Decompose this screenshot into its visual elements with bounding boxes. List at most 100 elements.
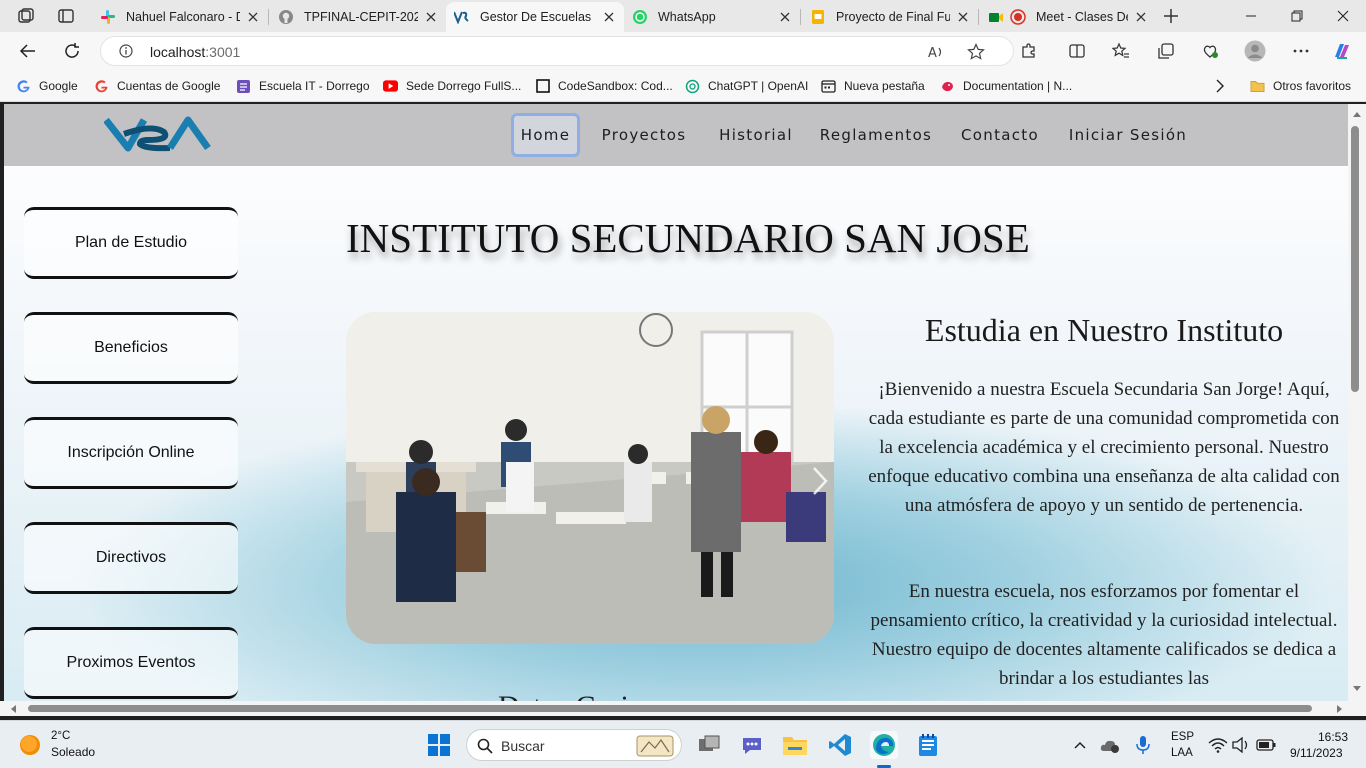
battery-icon[interactable] [1252,731,1280,759]
sidebar-inscripcion-online[interactable]: Inscripción Online [24,417,238,489]
bookmark-label: ChatGPT | OpenAI [708,79,809,93]
close-icon[interactable] [778,10,792,24]
performance-icon[interactable] [1199,40,1221,62]
language-primary[interactable]: ESP [1171,731,1194,743]
close-icon[interactable] [1134,10,1148,24]
bookmark-codesandbox[interactable]: CodeSandbox: Cod... [535,77,673,95]
bookmark-documentation[interactable]: Documentation | N... [940,77,1072,95]
classroom-icon [236,79,251,94]
classroom-photo [346,312,834,644]
youtube-icon [383,79,398,94]
copilot-icon[interactable] [1331,40,1353,62]
clock-time[interactable]: 16:53 [1318,730,1348,744]
minimize-icon[interactable] [1228,0,1274,32]
refresh-icon[interactable] [61,40,83,62]
bookmark-google[interactable]: Google [16,77,78,95]
carousel-next-chevron-icon[interactable] [812,466,828,501]
edge-browser-icon[interactable] [870,731,898,759]
tab-slack[interactable]: Nahuel Falconaro - D [92,2,268,32]
tab-label: TPFINAL-CEPIT-2023 [304,10,418,24]
split-screen-icon[interactable] [1066,40,1088,62]
tab-github[interactable]: TPFINAL-CEPIT-2023 [270,2,446,32]
close-icon[interactable] [246,10,260,24]
bookmark-nueva-pestana[interactable]: Nueva pestaña [821,77,925,95]
profile-avatar[interactable] [1244,40,1266,62]
microphone-icon[interactable] [1129,731,1157,759]
bookmark-cuentas-google[interactable]: Cuentas de Google [94,77,220,95]
tab-slides[interactable]: Proyecto de Final Ful [802,2,978,32]
sidebar-directivos[interactable]: Directivos [24,522,238,594]
tab-actions-icon[interactable] [56,6,78,26]
sidebar-beneficios[interactable]: Beneficios [24,312,238,384]
nav-iniciar-sesion[interactable]: Iniciar Sesión [1066,113,1190,157]
weather-sun-icon[interactable] [16,731,44,759]
github-icon [278,9,294,25]
nav-contacto[interactable]: Contacto [958,113,1042,157]
address-bar[interactable]: localhost:3001 A [100,36,1014,66]
file-explorer-icon[interactable] [781,731,809,759]
close-icon[interactable] [602,10,616,24]
bookmark-otros-favoritos[interactable]: Otros favoritos [1250,77,1351,95]
favorite-star-icon[interactable] [967,43,985,66]
nav-historial[interactable]: Historial [712,113,800,157]
teams-chat-icon[interactable] [738,731,766,759]
weather-temp: 2°C [51,730,71,742]
google-icon [94,79,109,94]
bookmark-label: Otros favoritos [1273,79,1352,93]
window-close-icon[interactable] [1320,0,1366,32]
close-icon[interactable] [956,10,970,24]
cloud-sync-icon[interactable] [1096,731,1124,759]
favorites-icon[interactable] [1110,40,1132,62]
bookmarks-bar: Google Cuentas de Google Escuela IT - Do… [0,70,1366,102]
restore-icon[interactable] [1274,0,1320,32]
start-windows-icon[interactable] [425,731,453,759]
site-logo[interactable] [103,116,212,152]
scroll-up-icon[interactable] [1352,110,1362,118]
new-tab-page-icon [821,79,836,94]
svg-text:A: A [928,46,937,61]
vscode-icon[interactable] [826,731,854,759]
show-hidden-icons-chevron-icon[interactable] [1066,731,1094,759]
recording-icon [1010,9,1026,25]
volume-icon[interactable] [1227,731,1255,759]
nav-reglamentos[interactable]: Reglamentos [818,113,934,157]
task-view-icon[interactable] [695,731,723,759]
taskbar-search[interactable]: Buscar [466,729,682,761]
tab-separator [800,9,801,25]
slack-icon [100,9,116,25]
tab-separator [978,9,979,25]
sidebar-proximos-eventos[interactable]: Proximos Eventos [24,627,238,699]
info-icon[interactable] [119,44,133,58]
clock-date[interactable]: 9/11/2023 [1290,746,1343,760]
url-path: :3001 [205,44,241,60]
horizontal-scroll-thumb[interactable] [28,705,1312,712]
bookmark-sede-dorrego[interactable]: Sede Dorrego FullS... [383,77,521,95]
tab-whatsapp[interactable]: WhatsApp [624,2,800,32]
new-tab-icon[interactable] [1161,6,1183,26]
tab-meet[interactable]: Meet - Clases De [980,2,1156,32]
tab-label: Proyecto de Final Ful [836,10,950,24]
intro-paragraph: ¡Bienvenido a nuestra Escuela Secundaria… [868,379,1340,516]
close-icon[interactable] [424,10,438,24]
bookmark-escuela-it[interactable]: Escuela IT - Dorrego [236,77,370,95]
collections-icon[interactable] [1155,40,1177,62]
more-options-icon[interactable] [1290,40,1312,62]
bookmark-chatgpt[interactable]: ChatGPT | OpenAI [685,77,808,95]
back-arrow-icon[interactable] [17,40,39,62]
bookmarks-overflow-chevron-icon[interactable] [1214,77,1226,95]
scroll-right-icon[interactable] [1336,704,1344,714]
tab-gestor-escuelas[interactable]: Gestor De Escuelas [446,2,624,32]
vertical-scroll-thumb[interactable] [1351,126,1359,392]
bookmark-label: Sede Dorrego FullS... [406,79,522,93]
workspaces-icon[interactable] [16,6,38,26]
notepad-icon[interactable] [914,731,942,759]
extensions-icon[interactable] [1018,40,1040,62]
page-viewport: Home Proyectos Historial Reglamentos Con… [4,104,1348,701]
sidebar-plan-de-estudio[interactable]: Plan de Estudio [24,207,238,279]
nav-proyectos[interactable]: Proyectos [598,113,690,157]
nav-home[interactable]: Home [511,113,580,157]
read-aloud-icon[interactable]: A [927,43,945,66]
scroll-down-icon[interactable] [1352,685,1362,693]
search-icon [477,738,493,754]
scroll-left-icon[interactable] [9,704,17,714]
